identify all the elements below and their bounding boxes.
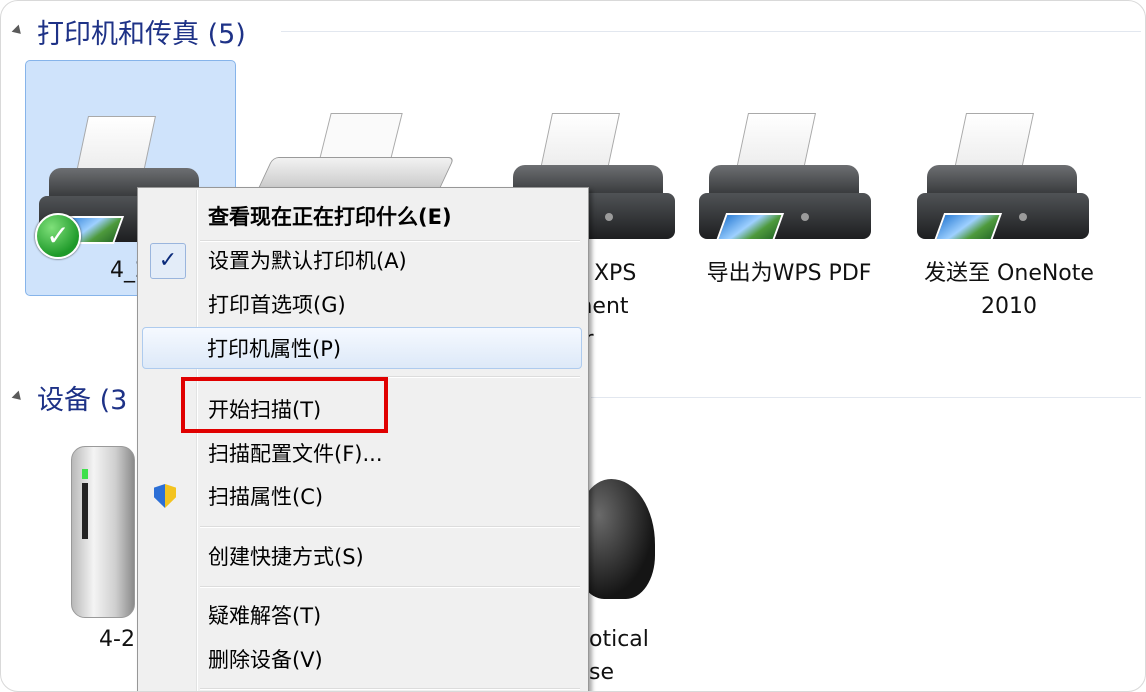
- printers-group-title: 打印机和传真 (5): [37, 18, 246, 50]
- menu-item-print-preferences[interactable]: 打印首选项(G): [140, 284, 584, 324]
- menu-item-scan-profiles[interactable]: 扫描配置文件(F)...: [140, 433, 584, 473]
- printer-label: 导出为WPS PDF: [706, 261, 872, 286]
- menu-item-remove-device[interactable]: 删除设备(V): [140, 639, 584, 679]
- annotation-highlight-box: [181, 377, 388, 433]
- printer-icon: [697, 113, 877, 243]
- printer-icon: [915, 113, 1095, 243]
- devices-group-header[interactable]: 设备 (3: [11, 377, 128, 417]
- menu-item-see-whats-printing[interactable]: 查看现在正在打印什么(E): [140, 196, 584, 236]
- device-label: otical se: [589, 627, 649, 685]
- menu-item-troubleshoot[interactable]: 疑难解答(T): [140, 595, 584, 635]
- menu-item-printer-properties[interactable]: 打印机属性(P): [142, 327, 582, 369]
- menu-item-set-default[interactable]: ✓ 设置为默认打印机(A): [140, 240, 584, 280]
- uac-shield-icon: [154, 484, 176, 508]
- devices-and-printers-window: 打印机和传真 (5) 4_2 ✓ ft XPS ment er 导出为WPS P…: [0, 0, 1146, 692]
- printer-label: 发送至 OneNote 2010: [924, 261, 1094, 319]
- context-menu[interactable]: 查看现在正在打印什么(E) ✓ 设置为默认打印机(A) 打印首选项(G) 打印机…: [137, 187, 589, 691]
- group-divider: [281, 31, 1141, 32]
- menu-item-create-shortcut[interactable]: 创建快捷方式(S): [140, 536, 584, 576]
- printers-group-header[interactable]: 打印机和传真 (5): [11, 11, 246, 51]
- group-divider: [591, 397, 1141, 398]
- devices-group-title: 设备 (3: [37, 384, 128, 416]
- collapse-triangle-icon[interactable]: [11, 24, 25, 38]
- menu-item-scan-properties[interactable]: 扫描属性(C): [140, 476, 584, 516]
- computer-tower-icon[interactable]: [71, 446, 135, 618]
- menu-separator: [200, 526, 580, 527]
- collapse-triangle-icon[interactable]: [11, 390, 25, 404]
- printer-tile-wps-pdf[interactable]: 导出为WPS PDF: [689, 113, 889, 313]
- menu-separator: [200, 688, 580, 689]
- menu-separator: [200, 586, 580, 587]
- printer-tile-onenote[interactable]: 发送至 OneNote 2010: [909, 113, 1109, 333]
- checkmark-icon: ✓: [150, 243, 186, 279]
- default-printer-check-icon: ✓: [35, 213, 81, 259]
